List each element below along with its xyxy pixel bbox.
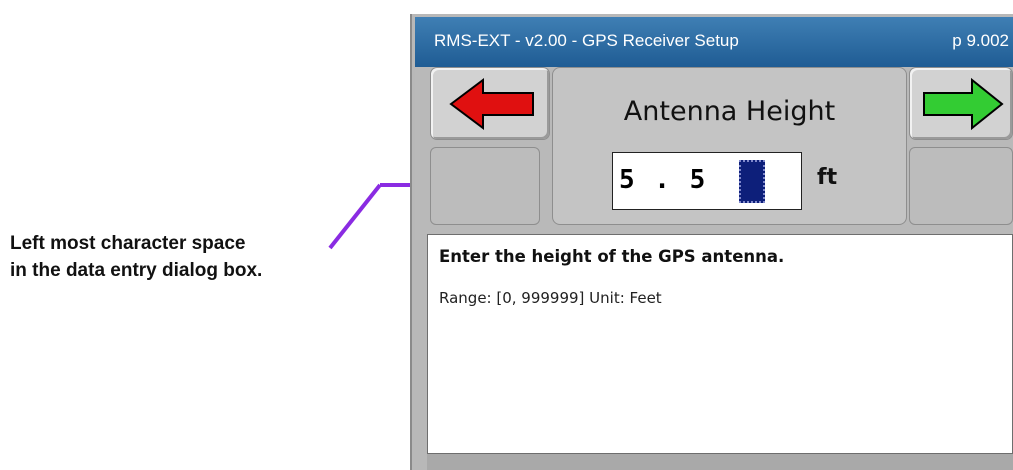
unit-label: ft xyxy=(817,165,838,190)
callout-annotation: Left most character space in the data en… xyxy=(10,230,370,284)
callout-line-1: Left most character space xyxy=(10,233,246,254)
callout-line-2: in the data entry dialog box. xyxy=(10,260,263,281)
page-number: p 9.002 xyxy=(952,31,1009,50)
right-arrow-icon xyxy=(923,77,1004,131)
empty-right-button[interactable] xyxy=(909,147,1013,225)
help-range: Range: [0, 999999] Unit: Feet xyxy=(439,289,662,307)
help-description: Enter the height of the GPS antenna. xyxy=(439,247,785,266)
field-panel: Antenna Height 5 . 5 ft xyxy=(552,67,907,225)
window-title: RMS-EXT - v2.00 - GPS Receiver Setup xyxy=(434,31,739,50)
help-panel: Enter the height of the GPS antenna. Ran… xyxy=(427,234,1013,454)
entry-value: 5 . 5 xyxy=(619,165,708,195)
title-bar: RMS-EXT - v2.00 - GPS Receiver Setup p 9… xyxy=(415,17,1013,67)
entry-cursor xyxy=(739,160,765,203)
forward-button[interactable] xyxy=(909,67,1013,140)
back-button[interactable] xyxy=(430,67,550,140)
bottom-bar xyxy=(427,454,1013,470)
data-entry-box[interactable]: 5 . 5 xyxy=(612,152,802,210)
device-screen: RMS-EXT - v2.00 - GPS Receiver Setup p 9… xyxy=(410,14,1013,470)
left-arrow-icon xyxy=(449,78,534,130)
empty-left-button[interactable] xyxy=(430,147,540,225)
entry-panel: Antenna Height 5 . 5 ft xyxy=(415,67,1013,240)
field-label: Antenna Height xyxy=(623,96,836,127)
